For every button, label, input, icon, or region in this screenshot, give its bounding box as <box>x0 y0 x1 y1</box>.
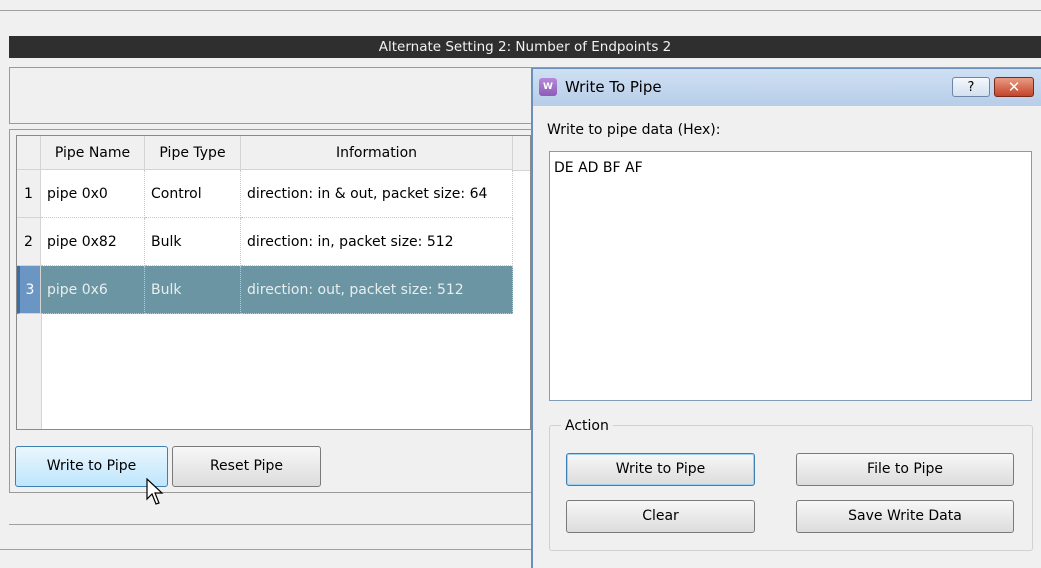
cell-pipe-type[interactable]: Bulk <box>145 266 241 314</box>
reset-pipe-button[interactable]: Reset Pipe <box>172 446 321 487</box>
cell-pipe-type[interactable]: Control <box>145 170 241 218</box>
column-header-information[interactable]: Information <box>241 136 513 170</box>
row-header-2[interactable]: 2 <box>17 218 41 266</box>
header-filler <box>513 136 530 171</box>
close-button[interactable]: ✕ <box>994 77 1034 97</box>
mouse-cursor-icon <box>146 478 164 505</box>
cell-pipe-name[interactable]: pipe 0x82 <box>41 218 145 266</box>
cell-pipe-type[interactable]: Bulk <box>145 218 241 266</box>
help-button[interactable]: ? <box>952 77 990 97</box>
clear-button[interactable]: Clear <box>566 500 755 533</box>
cell-information[interactable]: direction: out, packet size: 512 <box>241 266 513 314</box>
dialog-title: Write To Pipe <box>565 78 662 96</box>
column-header-pipe-type[interactable]: Pipe Type <box>145 136 241 170</box>
alternate-setting-header: Alternate Setting 2: Number of Endpoints… <box>9 36 1041 58</box>
row-header-1[interactable]: 1 <box>17 170 41 218</box>
pipe-table: Pipe Name Pipe Type Information 1 pipe 0… <box>16 135 531 430</box>
top-divider <box>0 10 1041 11</box>
row-header-filler <box>17 314 42 429</box>
cell-information[interactable]: direction: in & out, packet size: 64 <box>241 170 513 218</box>
save-write-data-button[interactable]: Save Write Data <box>796 500 1014 533</box>
table-corner <box>17 136 41 170</box>
dialog-title-bar[interactable]: W Write To Pipe ? ✕ <box>533 69 1041 106</box>
cell-pipe-name[interactable]: pipe 0x0 <box>41 170 145 218</box>
cell-pipe-name[interactable]: pipe 0x6 <box>41 266 145 314</box>
column-header-pipe-name[interactable]: Pipe Name <box>41 136 145 170</box>
hex-data-label: Write to pipe data (Hex): <box>547 122 721 138</box>
dialog-write-to-pipe-button[interactable]: Write to Pipe <box>566 453 755 486</box>
close-icon: ✕ <box>1007 78 1021 96</box>
row-header-3[interactable]: 3 <box>17 266 41 314</box>
app-icon: W <box>539 78 557 96</box>
file-to-pipe-button[interactable]: File to Pipe <box>796 453 1014 486</box>
hex-data-input[interactable]: DE AD BF AF <box>549 151 1032 401</box>
cell-information[interactable]: direction: in, packet size: 512 <box>241 218 513 266</box>
action-group-label: Action <box>561 415 613 437</box>
write-to-pipe-dialog: W Write To Pipe ? ✕ Write to pipe data (… <box>531 68 1041 568</box>
